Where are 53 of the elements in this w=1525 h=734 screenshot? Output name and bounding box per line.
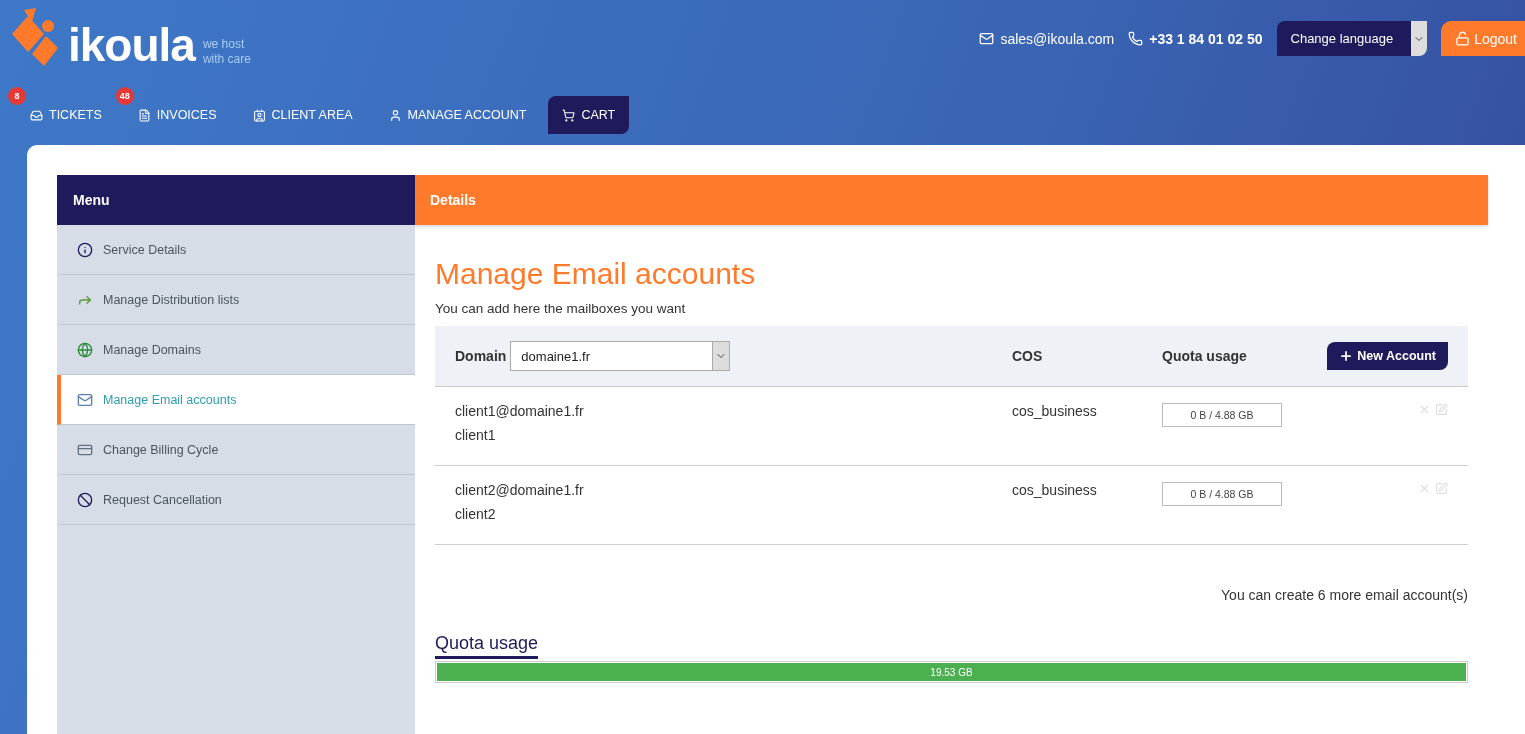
id-card-icon <box>252 108 266 122</box>
logo-tagline: with care <box>202 51 251 66</box>
edit-icon[interactable] <box>1435 482 1448 495</box>
contact-email[interactable]: sales@ikoula.com <box>1000 30 1115 47</box>
account-name: client2 <box>455 506 497 522</box>
delete-icon[interactable] <box>1418 482 1431 495</box>
menu-item[interactable]: Service Details <box>57 225 415 275</box>
domain-select[interactable]: domaine1.fr <box>510 341 731 371</box>
delete-icon[interactable] <box>1418 403 1431 416</box>
cart-icon <box>562 108 576 122</box>
count-badge: 8 <box>8 87 26 105</box>
account-email: client2@domaine1.fr <box>455 482 585 498</box>
nav-tab[interactable]: CART <box>548 96 630 134</box>
quota-progress-fill: 19.53 GB <box>437 663 1466 681</box>
menu-item[interactable]: Change Billing Cycle <box>57 425 415 475</box>
menu-item[interactable]: Request Cancellation <box>57 475 415 525</box>
contact-phone[interactable]: +33 1 84 01 02 50 <box>1149 30 1263 47</box>
mail-icon <box>77 391 93 408</box>
column-header: Quota usage <box>1162 348 1248 364</box>
account-quota: 0 B / 4.88 GB <box>1162 403 1282 427</box>
account-name: client1 <box>455 427 497 443</box>
user-icon <box>388 108 402 122</box>
account-email: client1@domaine1.fr <box>455 403 585 419</box>
info-icon <box>77 241 93 258</box>
cancel-icon <box>77 491 93 508</box>
document-icon <box>137 108 151 122</box>
page-subtitle: You can add here the mailboxes you want <box>435 301 687 316</box>
menu-item[interactable]: Manage Email accounts <box>57 375 415 425</box>
phone-icon <box>1128 31 1144 46</box>
fish-logo-icon <box>10 8 60 68</box>
quota-title: Quota usage <box>435 633 539 659</box>
count-badge: 48 <box>115 87 134 105</box>
new-account-button[interactable]: New Account <box>1327 342 1448 370</box>
menu-item[interactable]: Manage Distribution lists <box>57 275 415 325</box>
mail-icon <box>979 31 995 46</box>
nav-tab[interactable]: CLIENT AREA <box>238 96 367 134</box>
inbox-icon <box>30 108 43 122</box>
menu-title: Menu <box>57 175 415 225</box>
nav-tab[interactable]: MANAGE ACCOUNT <box>374 96 541 134</box>
column-header: COS <box>1012 348 1044 364</box>
plus-icon <box>1339 349 1354 363</box>
page-heading: Manage Email accounts <box>435 257 757 291</box>
details-header: Details <box>415 175 1488 225</box>
globe-icon <box>77 341 93 358</box>
column-header: Domain <box>455 348 507 364</box>
account-cos: cos_business <box>1012 482 1098 498</box>
account-quota: 0 B / 4.88 GB <box>1162 482 1282 506</box>
edit-icon[interactable] <box>1435 403 1448 416</box>
unlock-icon <box>1455 31 1471 46</box>
logo-tagline: we host <box>202 37 246 52</box>
logo-wordmark: ikoula <box>68 22 195 68</box>
remaining-accounts-note: You can create 6 more email account(s) <box>1220 587 1468 603</box>
account-cos: cos_business <box>1012 403 1098 419</box>
